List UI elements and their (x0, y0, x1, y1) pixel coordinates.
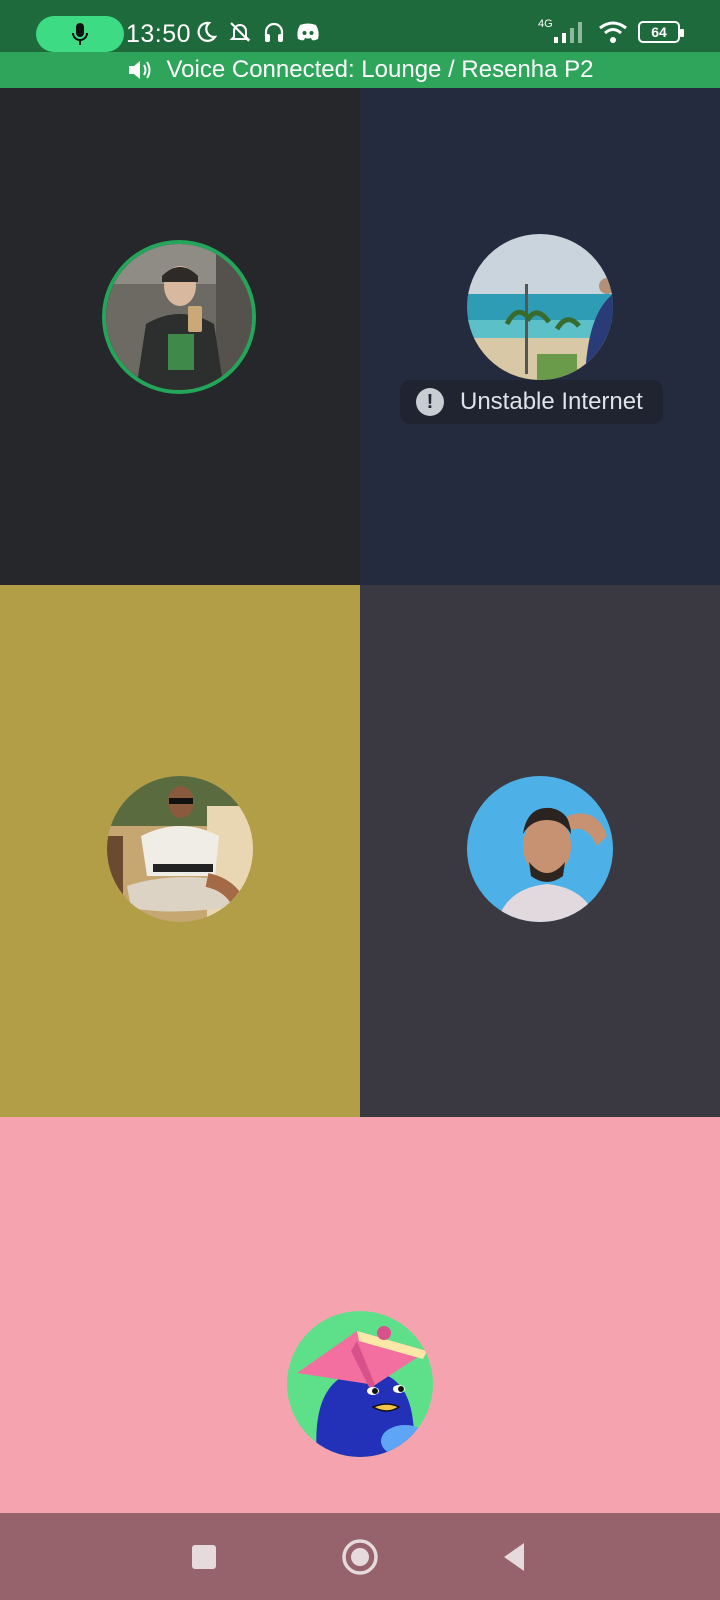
voice-connected-label: Voice Connected: Lounge / Resenha P2 (166, 56, 594, 83)
participant-avatar-5 (287, 1311, 433, 1457)
participant-avatar-4 (467, 776, 613, 922)
connection-status-text: Unstable Internet (460, 388, 643, 415)
back-triangle-icon (504, 1543, 524, 1571)
status-bar: 13:50 4G 64 (0, 0, 720, 52)
participant-tile-5[interactable] (0, 1117, 720, 1513)
clock: 13:50 (126, 20, 192, 48)
participant-tile-1[interactable] (0, 88, 360, 585)
network-type: 4G (538, 18, 553, 30)
exclamation-icon: ! (416, 388, 444, 416)
participant-avatar-2 (467, 234, 613, 380)
participant-avatar-3 (107, 776, 253, 922)
participant-avatar-1 (106, 244, 252, 390)
moon-icon (197, 21, 218, 42)
signal-icon (554, 22, 582, 43)
battery-level: 64 (651, 24, 667, 40)
microphone-icon (72, 23, 88, 45)
voice-connected-bar[interactable]: Voice Connected: Lounge / Resenha P2 (0, 52, 720, 88)
system-nav-bar (0, 1513, 720, 1600)
square-icon (192, 1545, 216, 1569)
bell-off-icon (229, 22, 251, 42)
participant-tile-3[interactable] (0, 585, 360, 1117)
participant-tile-4[interactable] (360, 585, 720, 1117)
speaker-icon (128, 61, 150, 79)
battery-icon: 64 (638, 21, 684, 43)
headphones-icon (264, 22, 284, 42)
mic-active-pill[interactable] (36, 16, 124, 52)
wifi-icon (599, 21, 627, 43)
connection-status-badge: ! Unstable Internet (400, 380, 663, 424)
recents-button[interactable] (184, 1537, 224, 1577)
discord-icon (297, 23, 319, 41)
back-button[interactable] (494, 1537, 534, 1577)
home-button[interactable] (340, 1537, 380, 1577)
home-circle-icon (342, 1539, 378, 1575)
participant-tile-2[interactable]: ! Unstable Internet (360, 88, 720, 585)
